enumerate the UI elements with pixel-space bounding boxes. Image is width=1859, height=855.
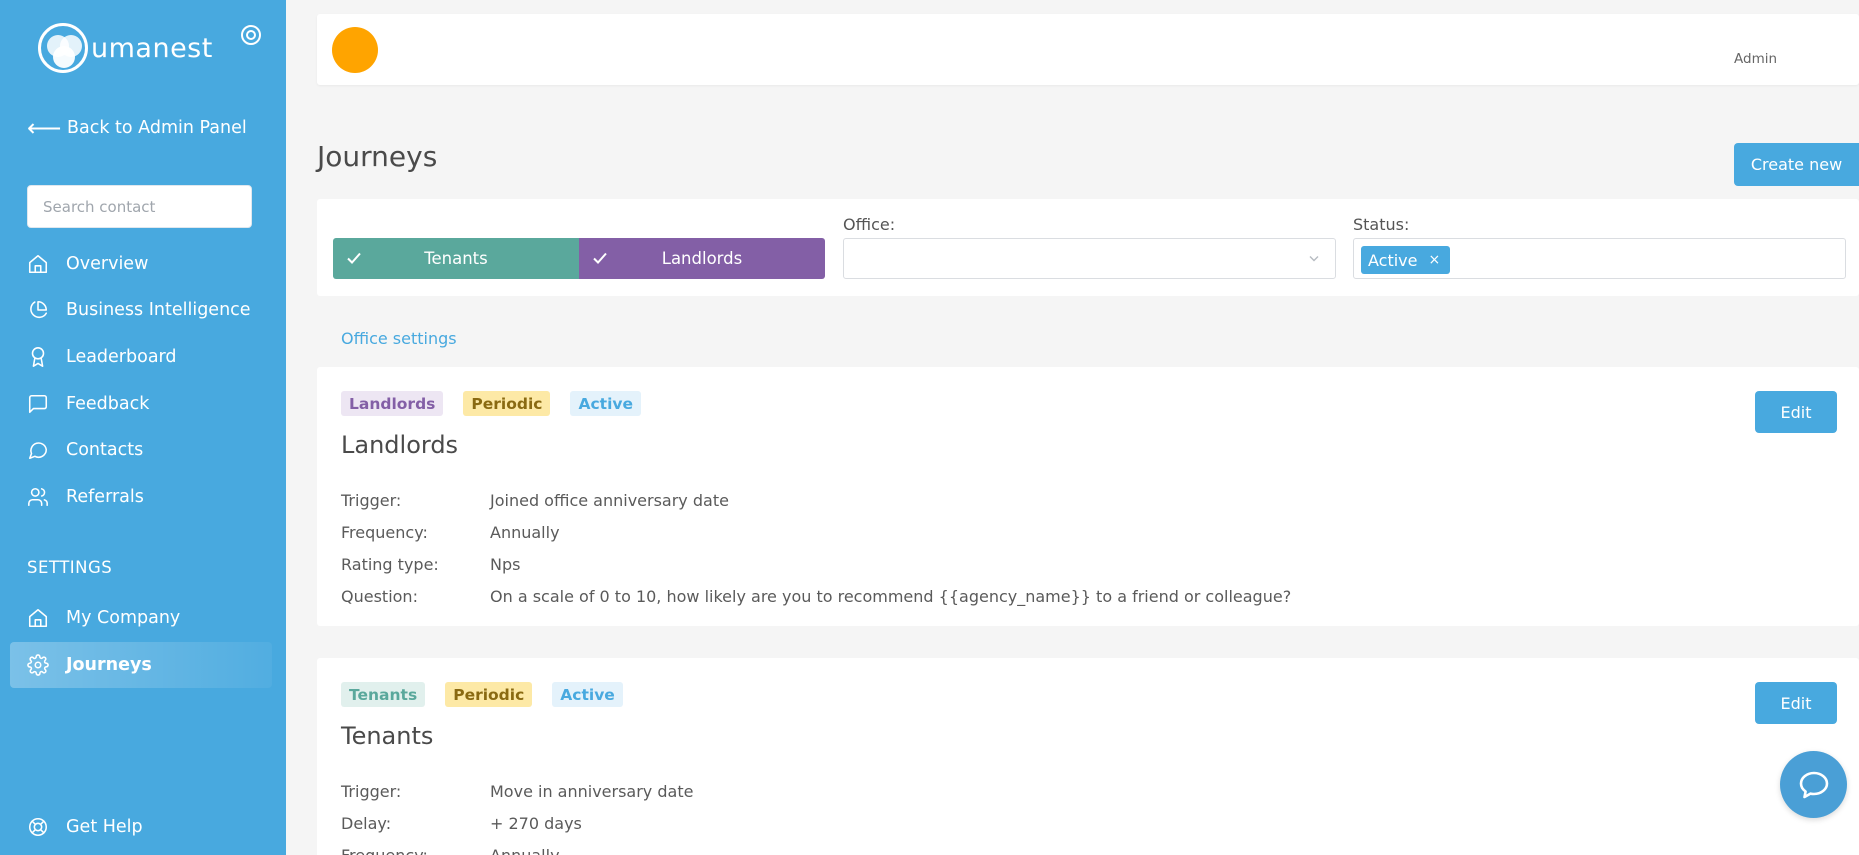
detail-row-rating-type: Rating type: Nps [341, 548, 1291, 580]
detail-value: + 270 days [490, 813, 582, 833]
detail-key: Frequency: [341, 522, 428, 542]
office-label: Office: [843, 215, 896, 234]
home-icon [27, 607, 49, 629]
detail-value: Annually [490, 845, 560, 855]
detail-key: Trigger: [341, 490, 402, 510]
sidebar-item-label: Overview [66, 254, 149, 274]
tag-status: Active [570, 391, 642, 416]
sidebar-item-feedback[interactable]: Feedback [27, 388, 149, 420]
sidebar-item-contacts[interactable]: Contacts [27, 434, 143, 466]
check-icon [591, 249, 609, 267]
search-contact-input[interactable] [27, 185, 252, 228]
segment-landlords[interactable]: Landlords [579, 238, 825, 279]
detail-key: Question: [341, 586, 418, 606]
detail-key: Rating type: [341, 554, 439, 574]
detail-row-delay: Delay: + 270 days [341, 807, 693, 839]
back-to-admin-label: Back to Admin Panel [67, 118, 247, 138]
brand-name: umanest [91, 32, 213, 64]
user-role-label[interactable]: Admin [1734, 51, 1777, 67]
sidebar-item-label: Leaderboard [66, 347, 177, 367]
chat-bubble-icon [1799, 771, 1828, 798]
home-icon [27, 253, 49, 275]
detail-row-trigger: Trigger: Joined office anniversary date [341, 484, 1291, 516]
create-new-button[interactable]: Create new [1734, 143, 1859, 186]
sidebar-item-label: Feedback [66, 394, 150, 414]
message-circle-icon [27, 439, 49, 461]
award-icon [27, 346, 49, 368]
detail-value: Move in anniversary date [490, 781, 694, 801]
chevron-down-icon [1307, 250, 1321, 264]
message-square-icon [27, 393, 49, 415]
sidebar-item-referrals[interactable]: Referrals [27, 481, 144, 513]
edit-journey-button[interactable]: Edit [1755, 391, 1837, 433]
detail-row-frequency: Frequency: Annually [341, 516, 1291, 548]
detail-key: Frequency: [341, 845, 428, 855]
sidebar-item-label: Referrals [66, 487, 144, 507]
umanest-logo-icon [38, 23, 88, 73]
sidebar-item-label: Journeys [66, 655, 152, 675]
tag-status: Active [552, 682, 623, 707]
tag-audience: Tenants [341, 682, 426, 707]
status-chip-active: Active × [1361, 246, 1451, 274]
remove-chip-icon[interactable]: × [1429, 252, 1441, 268]
sidebar-item-overview[interactable]: Overview [27, 248, 148, 280]
top-bar: Admin [317, 14, 1859, 85]
detail-value: Nps [490, 554, 521, 574]
office-select[interactable] [843, 238, 1336, 279]
journey-tags: Tenants Periodic Active [341, 682, 623, 707]
users-icon [27, 486, 49, 508]
get-help-label: Get Help [66, 817, 143, 837]
journey-card-tenants: Tenants Periodic Active Tenants Trigger:… [317, 658, 1859, 855]
detail-key: Delay: [341, 813, 392, 833]
sidebar-item-label: Contacts [66, 440, 144, 460]
filter-panel: Tenants Landlords Office: Status: Active… [317, 199, 1859, 296]
segment-tenants[interactable]: Tenants [333, 238, 579, 279]
journey-card-landlords: Landlords Periodic Active Landlords Trig… [317, 367, 1859, 626]
edit-journey-button[interactable]: Edit [1755, 682, 1837, 724]
chat-help-button[interactable] [1780, 751, 1847, 818]
sidebar-item-journeys[interactable]: Journeys [27, 649, 152, 681]
detail-value: Joined office anniversary date [490, 490, 729, 510]
status-chip-label: Active [1368, 250, 1418, 270]
gear-icon [27, 654, 49, 676]
sidebar-item-business-intelligence[interactable]: Business Intelligence [27, 294, 251, 326]
journey-title: Landlords [341, 431, 459, 459]
journey-details: Trigger: Move in anniversary date Delay:… [341, 775, 693, 855]
journey-title: Tenants [341, 722, 434, 750]
tag-type: Periodic [463, 391, 551, 416]
detail-value: Annually [490, 522, 560, 542]
status-label: Status: [1353, 215, 1410, 234]
detail-row-frequency: Frequency: Annually [341, 839, 693, 855]
detail-value: On a scale of 0 to 10, how likely are yo… [490, 586, 1292, 606]
life-buoy-icon [27, 816, 49, 838]
sidebar-item-label: Business Intelligence [66, 300, 251, 320]
brand[interactable]: umanest [38, 23, 213, 73]
status-select[interactable]: Active × [1353, 238, 1846, 279]
settings-section-label: SETTINGS [27, 558, 113, 577]
collapse-sidebar-icon[interactable] [241, 25, 261, 45]
sidebar-item-my-company[interactable]: My Company [27, 602, 180, 634]
arrow-left-icon: ⟵ [27, 114, 62, 142]
tag-type: Periodic [445, 682, 533, 707]
detail-row-question: Question: On a scale of 0 to 10, how lik… [341, 580, 1291, 612]
sidebar-item-label: My Company [66, 608, 181, 628]
sidebar: umanest ⟵ Back to Admin Panel Overview B… [0, 0, 286, 855]
journey-tags: Landlords Periodic Active [341, 391, 642, 416]
avatar[interactable] [332, 27, 378, 73]
journey-details: Trigger: Joined office anniversary date … [341, 484, 1291, 612]
back-to-admin-link[interactable]: ⟵ Back to Admin Panel [27, 114, 247, 142]
detail-row-trigger: Trigger: Move in anniversary date [341, 775, 693, 807]
page-title: Journeys [317, 140, 438, 173]
detail-key: Trigger: [341, 781, 402, 801]
tag-audience: Landlords [341, 391, 444, 416]
check-icon [345, 249, 363, 267]
pie-chart-icon [27, 299, 49, 321]
office-settings-link[interactable]: Office settings [341, 329, 457, 348]
sidebar-item-leaderboard[interactable]: Leaderboard [27, 341, 177, 373]
get-help-link[interactable]: Get Help [27, 811, 143, 843]
segment-label: Tenants [424, 249, 488, 268]
segment-label: Landlords [661, 249, 743, 268]
